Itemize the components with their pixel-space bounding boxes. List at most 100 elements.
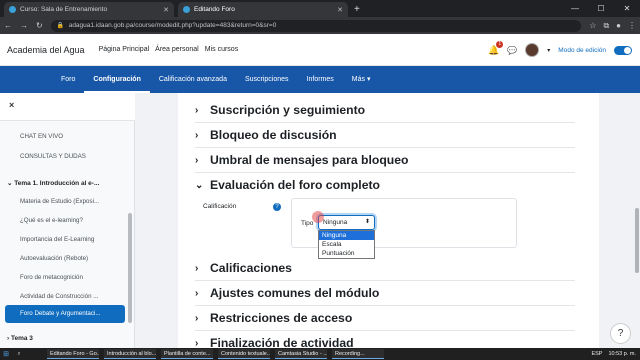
chevron-right-icon: › (195, 104, 199, 116)
section-title: Restricciones de acceso (210, 311, 353, 325)
sidebar-item-actividad[interactable]: Actividad de Construcción ... (20, 293, 98, 300)
chevron-right-icon: › (195, 262, 199, 274)
sidebar-item-questions[interactable]: CONSULTAS Y DUDAS (20, 153, 86, 160)
tab-advanced-grading[interactable]: Calificación avanzada (150, 66, 236, 93)
chevron-right-icon: › (195, 129, 199, 141)
section-common-settings[interactable]: › Ajustes comunes del módulo (195, 286, 379, 300)
grade-type-options: Ninguna Escala Puntuación (318, 230, 375, 259)
section-whole-forum-grading[interactable]: ⌄ Evaluación del foro completo (195, 178, 380, 192)
section-discussion-lock[interactable]: › Bloqueo de discusión (195, 128, 337, 142)
sidebar-item-materia[interactable]: Materia de Estudio (Exposi... (20, 198, 99, 205)
tab-subscriptions[interactable]: Suscripciones (236, 66, 298, 93)
drawer-scrollbar[interactable] (128, 213, 132, 323)
divider (195, 305, 575, 306)
notification-bell-icon[interactable]: 🔔 1 (488, 40, 504, 56)
reload-icon[interactable]: ↻ (36, 21, 43, 30)
page-scrollbar[interactable] (635, 208, 639, 273)
nav-dashboard[interactable]: Área personal (155, 46, 199, 53)
windows-start-icon[interactable]: ⊞ (0, 350, 12, 358)
clock[interactable]: 10:53 p. m. (608, 351, 636, 357)
address-bar[interactable]: 🔒 adagua1.idaan.gob.pa/course/modedit.ph… (50, 19, 582, 32)
chevron-right-icon: › (195, 287, 199, 299)
divider (195, 280, 575, 281)
url-text: adagua1.idaan.gob.pa/course/modedit.php?… (68, 21, 277, 29)
new-tab-icon[interactable]: + (354, 2, 360, 17)
search-icon[interactable]: ⌕ (12, 351, 26, 358)
extensions-area: ☆ ⧉ ● ⋮ (589, 21, 636, 31)
divider (195, 122, 575, 123)
tab-more[interactable]: Más ▾ (343, 66, 380, 93)
notification-badge: 1 (496, 40, 504, 48)
sidebar-item-elearning[interactable]: ¿Qué es el e-learning? (20, 217, 83, 224)
taskbar-app[interactable]: Editando Foro - Go... (47, 349, 99, 359)
select-value: Ninguna (323, 219, 348, 226)
nav-my-courses[interactable]: Mis cursos (205, 46, 238, 53)
option-none[interactable]: Ninguna (319, 231, 374, 240)
minimize-icon[interactable]: — (562, 0, 588, 17)
menu-dots-icon[interactable]: ⋮ (628, 21, 636, 31)
maximize-icon[interactable]: ☐ (588, 0, 614, 17)
profile-icon[interactable]: ● (616, 21, 621, 31)
main-region: › Suscripción y seguimiento › Bloqueo de d… (135, 93, 640, 350)
settings-form: › Suscripción y seguimiento › Bloqueo de d… (178, 93, 599, 350)
section-access-restrictions[interactable]: › Restricciones de acceso (195, 311, 352, 325)
extensions-icon[interactable]: ⧉ (603, 21, 609, 31)
grade-label: Calificación (203, 203, 237, 210)
forward-icon[interactable]: → (20, 21, 28, 30)
section-title: Evaluación del foro completo (210, 178, 380, 192)
section-grades[interactable]: › Calificaciones (195, 261, 292, 275)
help-fab-icon[interactable]: ? (610, 323, 631, 344)
tab-forum[interactable]: Foro (52, 66, 84, 93)
window-controls: — ☐ ✕ (562, 0, 640, 17)
sidebar-item-importancia[interactable]: Importancia del E-Learning (20, 236, 94, 243)
section-title: Bloqueo de discusión (210, 128, 337, 142)
taskbar-app[interactable]: Camtasia Studio - ... (275, 349, 327, 359)
taskbar-app[interactable]: Recording... (332, 349, 384, 359)
browser-tab-strip: Curso: Sala de Entrenamiento ✕ Editando … (0, 0, 640, 17)
close-drawer-icon[interactable]: × (9, 100, 14, 110)
grade-type-select[interactable]: Ninguna ⬍ (318, 215, 375, 230)
tab-reports[interactable]: Informes (298, 66, 343, 93)
secondary-nav: Foro Configuración Calificación avanzada… (0, 66, 640, 93)
tab-settings[interactable]: Configuración (84, 66, 150, 93)
site-name[interactable]: Academia del Agua (7, 45, 85, 55)
section-subscription[interactable]: › Suscripción y seguimiento (195, 103, 365, 117)
option-points[interactable]: Puntuación (319, 249, 374, 258)
sidebar-item-autoevaluacion[interactable]: Autoevaluación (Rebote) (20, 255, 88, 262)
language-indicator[interactable]: ESP (591, 351, 602, 357)
chevron-right-icon: › (195, 337, 199, 349)
back-icon[interactable]: ← (4, 21, 12, 30)
help-icon[interactable]: ? (273, 203, 281, 211)
section-title: Calificaciones (210, 261, 292, 275)
sidebar-section-tema3[interactable]: › Tema 3 (7, 335, 33, 342)
close-window-icon[interactable]: ✕ (614, 0, 640, 17)
sidebar-section-tema1[interactable]: ⌄ Tema 1. Introducción al e-... (7, 179, 99, 187)
messages-icon[interactable]: 💬 (507, 46, 517, 55)
os-taskbar: ⊞ ⌕ Editando Foro - Go... Introducción a… (0, 348, 640, 360)
avatar[interactable] (525, 43, 540, 57)
option-scale[interactable]: Escala (319, 240, 374, 249)
sidebar-item-active[interactable]: Foro Debate y Argumentaci... (5, 305, 125, 323)
close-tab-icon[interactable]: ✕ (337, 6, 343, 14)
browser-tab-1[interactable]: Curso: Sala de Entrenamiento ✕ (4, 2, 174, 17)
tab-more-label: Más (351, 76, 366, 83)
section-post-threshold[interactable]: › Umbral de mensajes para bloqueo (195, 153, 408, 167)
taskbar-app[interactable]: Contenido textuale... (218, 349, 270, 359)
top-navbar: Academia del Agua Página Principal Área … (0, 34, 640, 66)
nav-home[interactable]: Página Principal (99, 46, 150, 53)
taskbar-app[interactable]: Plantilla de conte... (161, 349, 213, 359)
section-label: Tema 3 (10, 335, 33, 342)
star-icon[interactable]: ☆ (589, 21, 596, 31)
taskbar-app[interactable]: Introducción al blo... (104, 349, 156, 359)
type-label: Tipo (301, 220, 314, 227)
chevron-down-icon: ⌄ (195, 179, 204, 191)
close-tab-icon[interactable]: ✕ (163, 6, 169, 14)
chevron-right-icon: › (195, 154, 199, 166)
edit-mode-toggle[interactable] (614, 45, 632, 55)
drawer-header: × (0, 93, 135, 121)
sidebar-item-foro-metacognicion[interactable]: Foro de metacognición (20, 274, 83, 281)
browser-tab-2[interactable]: Editando Foro ✕ (178, 2, 348, 17)
sidebar-item-chat[interactable]: CHAT EN VIVO (20, 133, 63, 140)
divider (195, 147, 575, 148)
chevron-down-icon[interactable]: ▾ (547, 47, 550, 54)
